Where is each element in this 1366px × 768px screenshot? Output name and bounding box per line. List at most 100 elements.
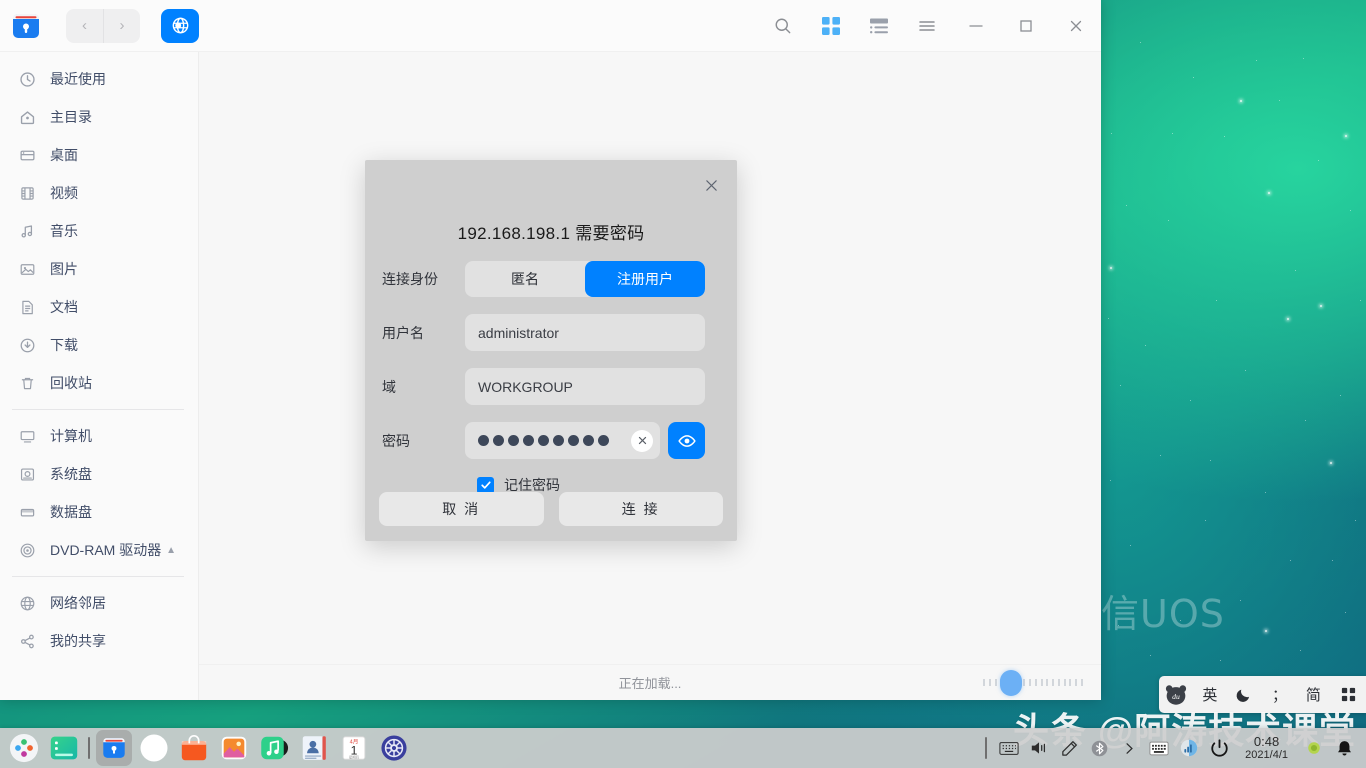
- app-store-icon[interactable]: [176, 730, 212, 766]
- forward-button[interactable]: ›: [103, 8, 140, 43]
- zoom-slider-handle[interactable]: [1000, 669, 1022, 696]
- chevron-right-icon[interactable]: [1115, 728, 1143, 768]
- ime-simplified-toggle[interactable]: 简: [1296, 676, 1330, 713]
- minimize-button[interactable]: [951, 0, 1001, 52]
- wallpaper-star: [1332, 560, 1333, 561]
- keyboard-icon[interactable]: [995, 728, 1023, 768]
- sidebar-divider: [12, 409, 184, 410]
- zoom-tick: [1080, 679, 1083, 686]
- sidebar-item-documents[interactable]: 文档: [0, 288, 198, 326]
- list-view-icon[interactable]: [855, 0, 903, 52]
- ime-keyboard-icon[interactable]: [1330, 676, 1366, 713]
- sidebar-item-network-neighborhood[interactable]: 网络邻居: [0, 584, 198, 622]
- sidebar-item-music[interactable]: 音乐: [0, 212, 198, 250]
- zoom-tick: [1057, 679, 1060, 686]
- onboard-keyboard-icon[interactable]: [1145, 728, 1173, 768]
- zoom-tick: [1046, 679, 1049, 686]
- sidebar-label: 计算机: [50, 428, 92, 444]
- menu-icon[interactable]: [903, 0, 951, 52]
- sidebar-item-dvd-ram[interactable]: DVD-RAM 驱动器 ▲: [0, 531, 198, 569]
- wallpaper-star: [1287, 318, 1289, 320]
- home-icon: [16, 106, 38, 128]
- wallpaper-star: [1240, 100, 1242, 102]
- zoom-slider[interactable]: [983, 669, 1083, 696]
- power-icon[interactable]: [1205, 728, 1233, 768]
- taskbar-app-list: 4月 1 星期四: [0, 728, 412, 768]
- browser-icon[interactable]: [136, 730, 172, 766]
- pen-icon[interactable]: [1055, 728, 1083, 768]
- back-button[interactable]: ‹: [66, 9, 103, 43]
- sidebar-item-system-disk[interactable]: 系统盘: [0, 455, 198, 493]
- sidebar-item-trash[interactable]: 回收站: [0, 364, 198, 402]
- sidebar-item-desktop[interactable]: 桌面: [0, 136, 198, 174]
- wallpaper-star: [1172, 133, 1173, 134]
- terminal-icon[interactable]: [46, 730, 82, 766]
- wallpaper-star: [1330, 462, 1332, 464]
- sidebar-item-home[interactable]: 主目录: [0, 98, 198, 136]
- wallpaper-star: [1350, 210, 1351, 211]
- input-method-bar: du 英 ； 简: [1159, 676, 1366, 713]
- sidebar-item-downloads[interactable]: 下载: [0, 326, 198, 364]
- icon-view-icon[interactable]: [807, 0, 855, 52]
- wallpaper-star: [1318, 160, 1319, 161]
- ime-language-toggle[interactable]: 英: [1193, 676, 1227, 713]
- ime-moon-icon[interactable]: [1227, 676, 1263, 713]
- zoom-tick: [1069, 679, 1072, 686]
- sidebar-label: 回收站: [50, 375, 92, 391]
- nav-button-group: ‹ ›: [66, 8, 140, 43]
- bluetooth-icon[interactable]: [1085, 728, 1113, 768]
- sidebar-item-video[interactable]: 视频: [0, 174, 198, 212]
- taskbar-tray: 0:48 2021/4/1: [985, 728, 1366, 768]
- sidebar-item-recent[interactable]: 最近使用: [0, 60, 198, 98]
- wallpaper-star: [1265, 630, 1267, 632]
- recent-clock-icon: [16, 68, 38, 90]
- search-icon[interactable]: [759, 0, 807, 52]
- wallpaper-star: [1108, 318, 1109, 319]
- wallpaper-star: [1256, 60, 1257, 61]
- volume-icon[interactable]: [1025, 728, 1053, 768]
- clock[interactable]: 0:48 2021/4/1: [1235, 728, 1298, 768]
- control-center-icon[interactable]: [376, 730, 412, 766]
- close-button[interactable]: [1051, 0, 1101, 52]
- network-signal-icon[interactable]: [1175, 728, 1203, 768]
- desktop-icon: [16, 144, 38, 166]
- desktop: 统信UOS ‹ › 最近使用 主目录 桌面 视频 音乐 图片 文档 下载 回收站…: [0, 0, 1366, 768]
- file-grid[interactable]: [199, 52, 1101, 664]
- sidebar-label: DVD-RAM 驱动器: [50, 542, 162, 558]
- zoom-tick: [994, 679, 997, 686]
- sidebar-item-pictures[interactable]: 图片: [0, 250, 198, 288]
- wallpaper-star: [1295, 270, 1296, 271]
- sidebar-item-my-shares[interactable]: 我的共享: [0, 622, 198, 660]
- calendar-icon[interactable]: 4月 1 星期四: [336, 730, 372, 766]
- eject-icon[interactable]: ▲: [166, 545, 176, 556]
- sidebar-item-computer[interactable]: 计算机: [0, 417, 198, 455]
- picture-icon: [16, 258, 38, 280]
- battery-status-icon[interactable]: [1300, 728, 1328, 768]
- launcher-icon[interactable]: [6, 730, 42, 766]
- wallpaper-star: [1190, 400, 1191, 401]
- maximize-button[interactable]: [1001, 0, 1051, 52]
- music-icon: [16, 220, 38, 242]
- computer-icon: [16, 425, 38, 447]
- status-bar: 正在加载...: [199, 664, 1101, 700]
- tray-divider: [985, 737, 988, 759]
- data-disk-icon: [16, 501, 38, 523]
- ime-punctuation-toggle[interactable]: ；: [1263, 676, 1297, 713]
- sidebar-item-data-disk[interactable]: 数据盘: [0, 493, 198, 531]
- file-manager-taskbar-icon[interactable]: [96, 730, 132, 766]
- network-globe-icon[interactable]: [161, 8, 199, 43]
- file-list-area[interactable]: 正在加载...: [198, 52, 1101, 700]
- zoom-tick: [1040, 679, 1043, 686]
- wallpaper-star: [1300, 650, 1301, 651]
- baidu-ime-logo[interactable]: du: [1159, 684, 1193, 706]
- file-manager-icon: [9, 11, 43, 41]
- wallpaper-star: [1340, 395, 1341, 396]
- notification-bell-icon[interactable]: [1330, 728, 1358, 768]
- wallpaper-star: [1168, 220, 1169, 221]
- system-disk-icon: [16, 463, 38, 485]
- photo-viewer-icon[interactable]: [216, 730, 252, 766]
- wallpaper-star: [1240, 600, 1241, 601]
- contacts-icon[interactable]: [296, 730, 332, 766]
- music-player-icon[interactable]: [256, 730, 292, 766]
- sidebar-label: 视频: [50, 185, 78, 201]
